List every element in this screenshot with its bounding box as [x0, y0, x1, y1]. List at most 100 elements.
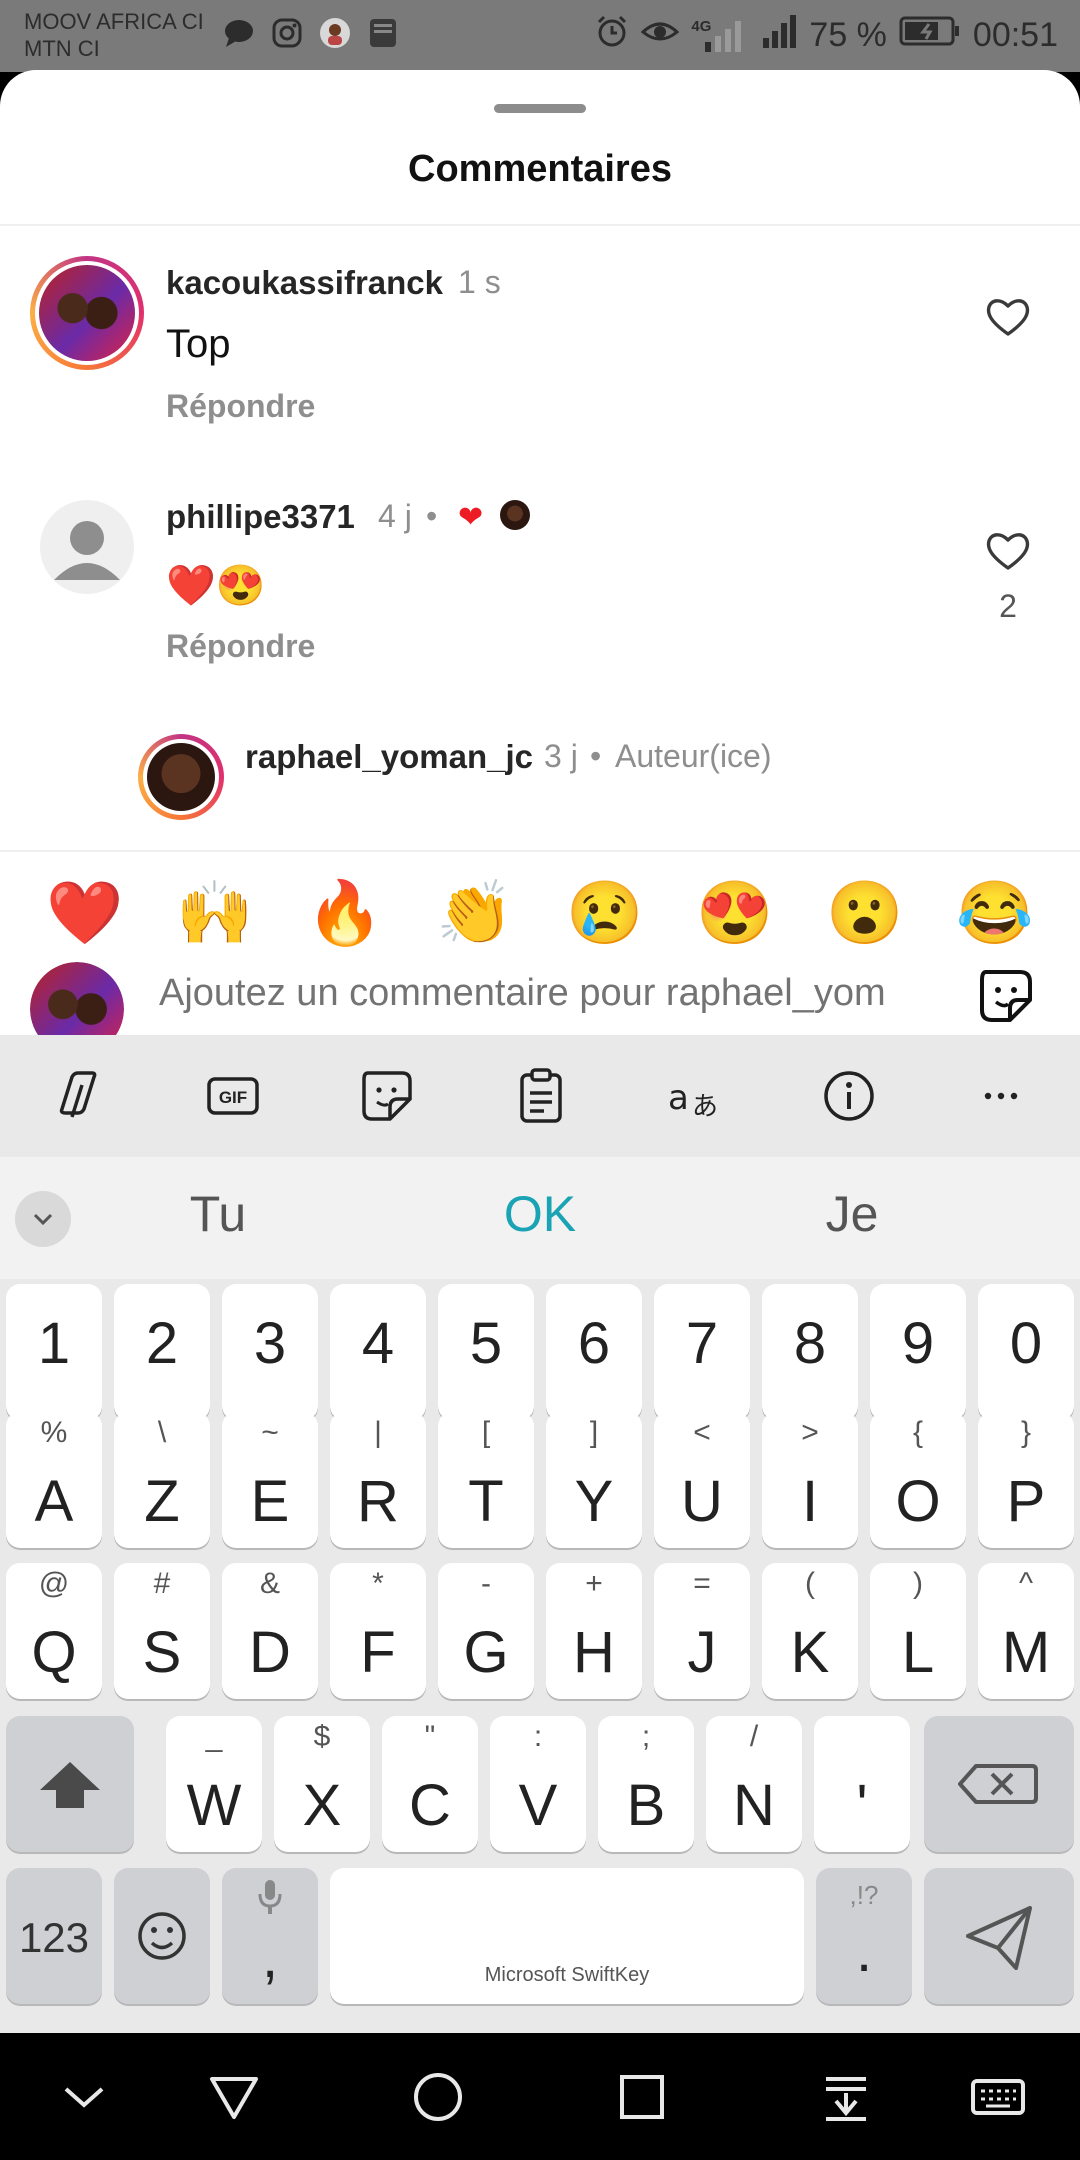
more-icon[interactable]	[970, 1065, 1032, 1127]
profile-photo	[147, 743, 215, 811]
avatar[interactable]	[30, 256, 144, 370]
key-3[interactable]: 3	[222, 1284, 318, 1420]
emoji-key[interactable]	[114, 1868, 210, 2004]
key-s[interactable]: # S	[114, 1563, 210, 1699]
emoji-raised-hands[interactable]: 🙌	[176, 876, 253, 952]
translate-icon[interactable]: aあ	[664, 1065, 726, 1127]
emoji-clapping[interactable]: 👏	[436, 876, 513, 952]
recents-icon[interactable]	[614, 2069, 670, 2125]
backspace-icon	[958, 1764, 1038, 1804]
copilot-icon[interactable]	[48, 1065, 110, 1127]
key-0[interactable]: 0	[978, 1284, 1074, 1420]
key-5[interactable]: 5	[438, 1284, 534, 1420]
reply-button[interactable]: Répondre	[166, 628, 315, 665]
sticker-icon[interactable]	[976, 966, 1036, 1026]
back-icon[interactable]	[206, 2069, 262, 2125]
comment-username[interactable]: phillipe3371	[166, 498, 355, 536]
key-l[interactable]: ) L	[870, 1563, 966, 1699]
clipboard-icon[interactable]	[510, 1065, 572, 1127]
default-user-icon	[54, 521, 120, 580]
shift-key[interactable]	[6, 1716, 134, 1852]
profile-photo-icon	[318, 16, 352, 50]
emoji-heart[interactable]: ❤️	[46, 876, 123, 952]
hide-keyboard-icon[interactable]	[56, 2069, 112, 2125]
author-badge: Auteur(ice)	[615, 738, 772, 774]
emoji-laughing[interactable]: 😂	[956, 876, 1033, 952]
suggestion-1[interactable]: Tu	[118, 1185, 318, 1243]
key-e[interactable]: ~ E	[222, 1412, 318, 1548]
key-7[interactable]: 7	[654, 1284, 750, 1420]
carrier-1: MOOV AFRICA CI	[24, 9, 204, 34]
key-q[interactable]: @ Q	[6, 1563, 102, 1699]
notification-pulldown-icon[interactable]	[818, 2069, 874, 2125]
backspace-key[interactable]	[924, 1716, 1074, 1852]
key-m[interactable]: ^ M	[978, 1563, 1074, 1699]
comment-username[interactable]: raphael_yoman_jc	[245, 738, 533, 776]
key-u[interactable]: < U	[654, 1412, 750, 1548]
avatar[interactable]	[40, 500, 134, 594]
key-t[interactable]: [T	[438, 1412, 534, 1548]
key-x[interactable]: $ X	[274, 1716, 370, 1852]
eye-comfort-icon	[641, 16, 680, 55]
key-9[interactable]: 9	[870, 1284, 966, 1420]
bible-app-icon	[366, 16, 400, 50]
meta-dot: •	[590, 738, 602, 774]
sticker-icon[interactable]	[356, 1065, 418, 1127]
reply-button[interactable]: Répondre	[166, 388, 315, 425]
key-2[interactable]: 2	[114, 1284, 210, 1420]
key-c[interactable]: " C	[382, 1716, 478, 1852]
key-1[interactable]: 1	[6, 1284, 102, 1420]
svg-text:GIF: GIF	[219, 1088, 247, 1107]
home-icon[interactable]	[410, 2069, 466, 2125]
space-bar[interactable]: Microsoft SwiftKey	[330, 1868, 804, 2004]
key-g[interactable]: -G	[438, 1563, 534, 1699]
clock: 00:51	[972, 16, 1058, 54]
emoji-crying[interactable]: 😢	[566, 876, 643, 952]
signal-icon	[761, 14, 797, 57]
gif-icon[interactable]: GIF	[202, 1065, 264, 1127]
shift-arrow-icon	[40, 1762, 100, 1808]
comment-username[interactable]: kacoukassifranck	[166, 264, 443, 302]
key-z[interactable]: \ Z	[114, 1412, 210, 1548]
key-o[interactable]: {O	[870, 1412, 966, 1548]
comment-input[interactable]: Ajoutez un commentaire pour raphael_yom	[159, 972, 886, 1015]
key-n[interactable]: / N	[706, 1716, 802, 1852]
key-p[interactable]: } P	[978, 1412, 1074, 1548]
key-8[interactable]: 8	[762, 1284, 858, 1420]
my-avatar	[30, 962, 124, 1035]
numbers-key[interactable]: 123	[6, 1868, 102, 2004]
heart-icon[interactable]	[985, 294, 1031, 340]
suggestion-2[interactable]: OK	[440, 1185, 640, 1243]
key-6[interactable]: 6	[546, 1284, 642, 1420]
drag-handle[interactable]	[494, 104, 586, 113]
collapse-button[interactable]	[15, 1191, 71, 1247]
key-r[interactable]: | R	[330, 1412, 426, 1548]
key-4[interactable]: 4	[330, 1284, 426, 1420]
key-y[interactable]: ] Y	[546, 1412, 642, 1548]
period-key[interactable]: ,!? .	[816, 1868, 912, 2004]
comment-text: Top	[166, 322, 231, 366]
profile-photo	[30, 962, 124, 1035]
emoji-surprised[interactable]: 😮	[826, 876, 903, 952]
key-v[interactable]: :V	[490, 1716, 586, 1852]
key-k[interactable]: (K	[762, 1563, 858, 1699]
suggestion-3[interactable]: Je	[752, 1185, 952, 1243]
key-j[interactable]: = J	[654, 1563, 750, 1699]
send-key[interactable]	[924, 1868, 1074, 2004]
key-d[interactable]: & D	[222, 1563, 318, 1699]
emoji-heart-eyes[interactable]: 😍	[696, 876, 773, 952]
avatar[interactable]	[138, 734, 224, 820]
key-b[interactable]: ; B	[598, 1716, 694, 1852]
heart-icon[interactable]	[985, 528, 1031, 574]
info-icon[interactable]	[818, 1065, 880, 1127]
key-i[interactable]: > I	[762, 1412, 858, 1548]
key-h[interactable]: + H	[546, 1563, 642, 1699]
key-apostrophe[interactable]: '	[814, 1716, 910, 1852]
comma-key[interactable]: ,	[222, 1868, 318, 2004]
emoji-fire[interactable]: 🔥	[306, 876, 383, 952]
chat-bubble-icon	[222, 16, 256, 50]
key-f[interactable]: * F	[330, 1563, 426, 1699]
keyboard-icon[interactable]	[970, 2069, 1026, 2125]
key-w[interactable]: _ W	[166, 1716, 262, 1852]
key-a[interactable]: % A	[6, 1412, 102, 1548]
